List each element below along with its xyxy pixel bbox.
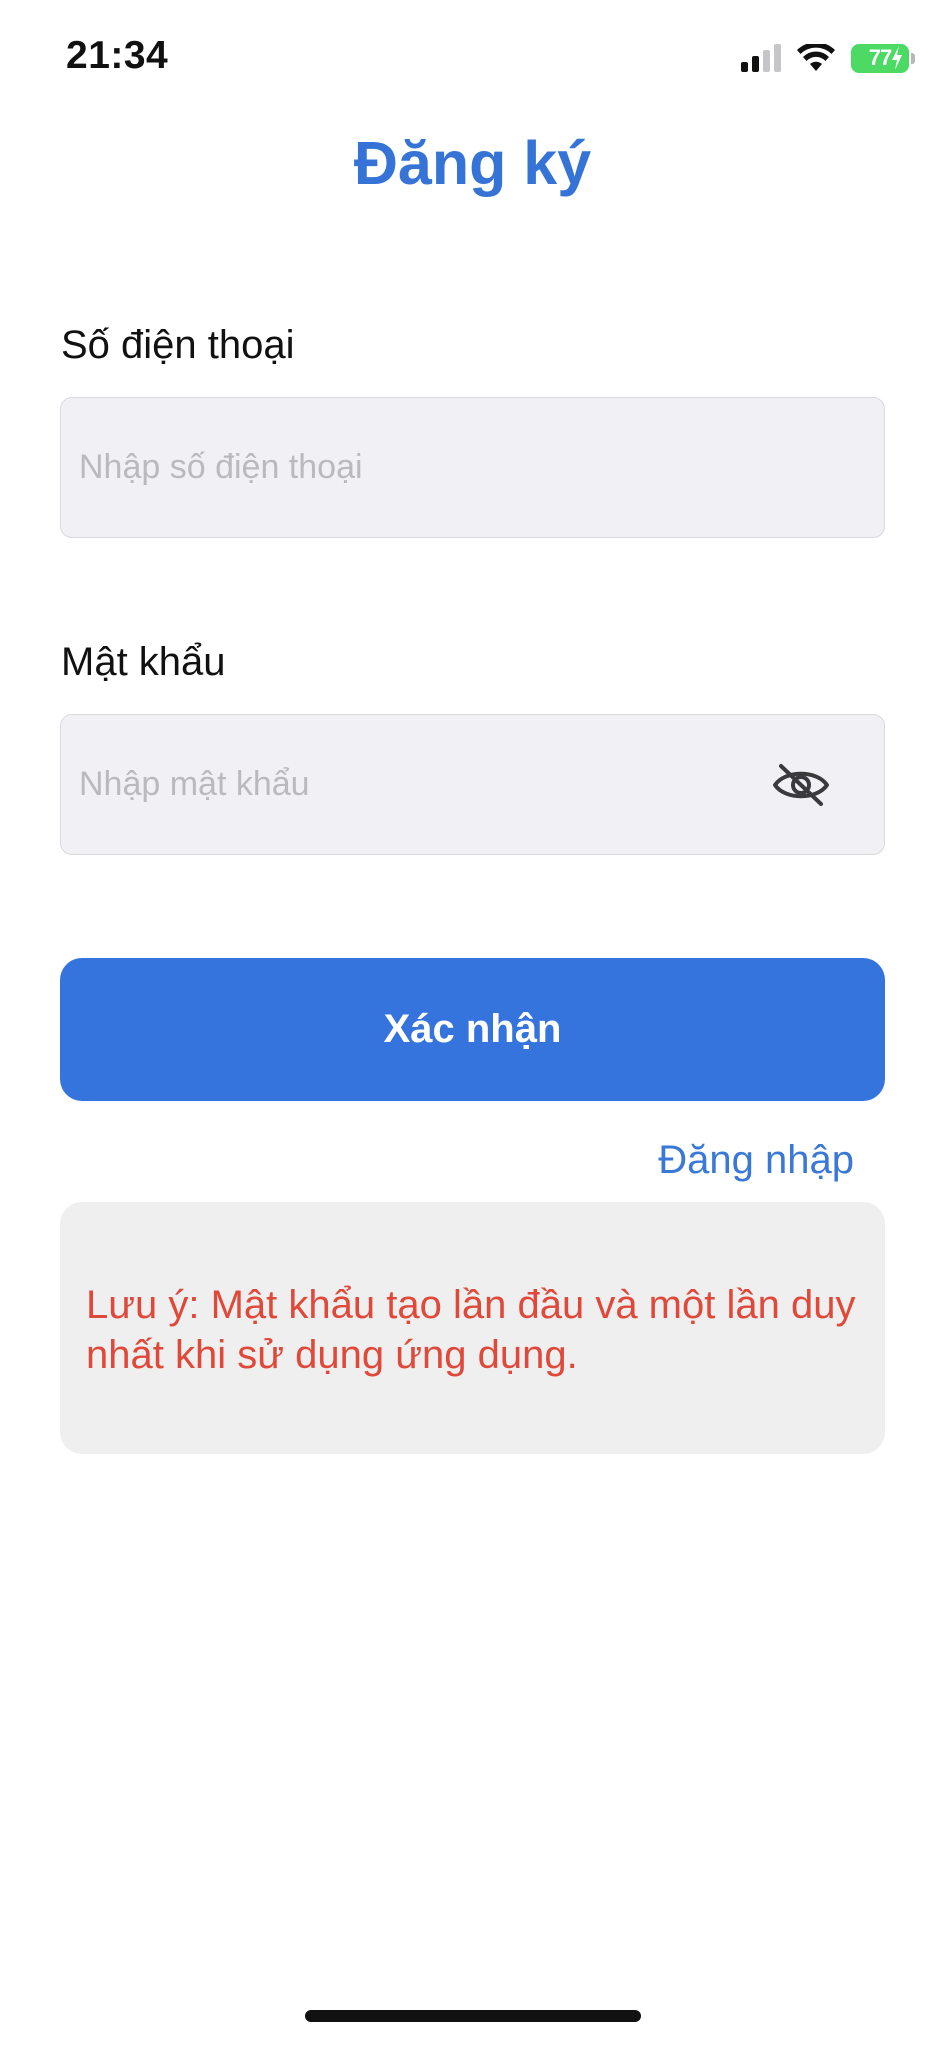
- confirm-button[interactable]: Xác nhận: [60, 958, 885, 1101]
- status-icons: 77: [741, 40, 915, 76]
- battery-icon: 77: [851, 43, 915, 73]
- battery-level: 77: [868, 45, 893, 70]
- page-title: Đăng ký: [353, 129, 592, 197]
- register-screen: 21:34 77 Đăng ký Số điện thoại Mật khẩu: [0, 0, 945, 2046]
- phone-label: Số điện thoại: [61, 323, 295, 367]
- phone-field[interactable]: [60, 397, 885, 538]
- wifi-icon: [797, 44, 835, 71]
- password-label: Mật khẩu: [61, 640, 226, 684]
- login-link[interactable]: Đăng nhập: [658, 1138, 854, 1183]
- status-time: 21:34: [66, 34, 169, 77]
- home-indicator[interactable]: [305, 2010, 641, 2022]
- note-text: Lưu ý: Mật khẩu tạo lần đầu và một lần d…: [86, 1283, 856, 1377]
- phone-input[interactable]: [61, 398, 884, 537]
- eye-slash-icon[interactable]: [771, 762, 831, 808]
- cellular-signal-icon: [741, 44, 781, 72]
- password-input[interactable]: [61, 715, 884, 854]
- charging-bolt-icon: [892, 45, 902, 70]
- note-box: Lưu ý: Mật khẩu tạo lần đầu và một lần d…: [60, 1202, 885, 1454]
- password-field[interactable]: [60, 714, 885, 855]
